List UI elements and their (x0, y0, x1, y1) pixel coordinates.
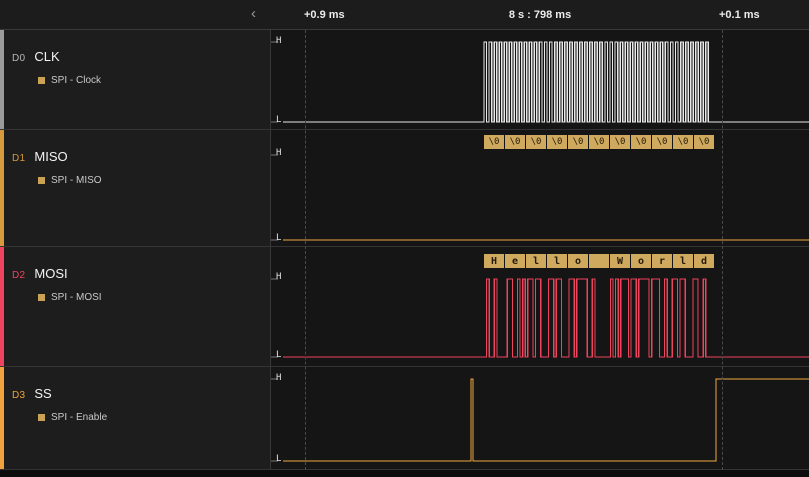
analyzer-bullet-icon (38, 294, 45, 301)
decoded-byte-box[interactable]: \0 (589, 135, 609, 149)
analyzer-name: SPI - Clock (51, 75, 102, 86)
decoded-byte-box[interactable]: \0 (694, 135, 714, 149)
decoded-char-cell[interactable]: l (673, 254, 693, 268)
analyzer-bullet-icon (38, 77, 45, 84)
decoded-byte-box[interactable]: \0 (505, 135, 525, 149)
channel-name[interactable]: MISO (34, 149, 67, 164)
analyzer-label[interactable]: SPI - Enable (38, 412, 270, 423)
decoded-byte-box[interactable]: \0 (568, 135, 588, 149)
decoded-byte-box[interactable]: \0 (547, 135, 567, 149)
decoded-byte-box[interactable]: \0 (610, 135, 630, 149)
timeline-left-offset: +0.9 ms (304, 9, 345, 21)
low-level-label: L (276, 350, 282, 360)
analyzer-bullet-icon (38, 177, 45, 184)
waveform-area-miso[interactable]: \0 \0 \0 \0 \0 \0 \0 \0 \0 \0 \0 H L (270, 130, 809, 246)
channel-id: D2 (12, 270, 26, 281)
channel-row-ss: D3 SS SPI - Enable H L (0, 367, 809, 470)
decoded-char-cell[interactable]: o (631, 254, 651, 268)
analyzer-name: SPI - MOSI (51, 292, 102, 303)
mosi-decode-row: Hello World (484, 254, 714, 268)
low-level-label: L (276, 233, 282, 243)
decoded-char-cell[interactable] (589, 254, 609, 268)
high-level-label: H (276, 148, 282, 158)
channel-name[interactable]: SS (34, 386, 51, 401)
analyzer-name: SPI - Enable (51, 412, 108, 423)
decoded-char-cell[interactable]: l (547, 254, 567, 268)
analyzer-label[interactable]: SPI - MOSI (38, 292, 270, 303)
low-level-label: L (276, 454, 282, 464)
channel-rows: D0 CLK SPI - Clock H L D1 MISO SPI - MIS… (0, 30, 809, 470)
channel-row-clk: D0 CLK SPI - Clock H L (0, 30, 809, 130)
channel-name[interactable]: MOSI (34, 266, 67, 281)
channel-row-miso: D1 MISO SPI - MISO \0 \0 \0 \0 \0 \0 \0 \0 \0 \0 \… (0, 130, 809, 247)
channel-id: D3 (12, 390, 26, 401)
analyzer-label[interactable]: SPI - MISO (38, 175, 270, 186)
decoded-char-cell[interactable]: o (568, 254, 588, 268)
channel-color-stripe (0, 30, 4, 129)
collapse-sidebar-chevron-icon[interactable]: ‹ (251, 6, 256, 22)
low-level-label: L (276, 115, 282, 125)
high-level-label: H (276, 36, 282, 46)
channel-row-mosi: D2 MOSI SPI - MOSI Hello World H L (0, 247, 809, 367)
clk-waveform-path (283, 41, 809, 123)
waveform-area-mosi[interactable]: Hello World H L (270, 247, 809, 366)
decoded-byte-box[interactable]: \0 (484, 135, 504, 149)
decoded-char-cell[interactable]: W (610, 254, 630, 268)
channel-panel-ss[interactable]: D3 SS SPI - Enable (0, 367, 270, 469)
waveform-area-clk[interactable]: H L (270, 30, 809, 129)
ss-waveform-path (283, 378, 809, 462)
decoded-byte-box[interactable]: \0 (673, 135, 693, 149)
timeline-header[interactable]: ‹ +0.9 ms 8 s : 798 ms +0.1 ms (0, 0, 809, 30)
mosi-waveform-path (283, 278, 809, 358)
analyzer-label[interactable]: SPI - Clock (38, 75, 270, 86)
timeline-current-time: 8 s : 798 ms (508, 9, 572, 21)
waveform-area-ss[interactable]: H L (270, 367, 809, 469)
timeline-right-offset: +0.1 ms (719, 9, 760, 21)
decoded-byte-box[interactable]: \0 (526, 135, 546, 149)
high-level-label: H (276, 373, 282, 383)
high-level-label: H (276, 272, 282, 282)
decoded-char-cell[interactable]: d (694, 254, 714, 268)
decoded-char-cell[interactable]: r (652, 254, 672, 268)
channel-name[interactable]: CLK (34, 49, 59, 64)
channel-panel-miso[interactable]: D1 MISO SPI - MISO (0, 130, 270, 246)
channel-panel-mosi[interactable]: D2 MOSI SPI - MOSI (0, 247, 270, 366)
channel-color-stripe (0, 367, 4, 469)
channel-id: D1 (12, 153, 26, 164)
channel-color-stripe (0, 247, 4, 366)
channel-panel-clk[interactable]: D0 CLK SPI - Clock (0, 30, 270, 129)
bottom-scroll-strip[interactable] (0, 470, 809, 477)
analyzer-bullet-icon (38, 414, 45, 421)
miso-decode-row: \0 \0 \0 \0 \0 \0 \0 \0 \0 \0 \0 (484, 135, 714, 149)
decoded-char-cell[interactable]: e (505, 254, 525, 268)
decoded-char-cell[interactable]: l (526, 254, 546, 268)
logic-analyzer-app: ‹ +0.9 ms 8 s : 798 ms +0.1 ms D0 CLK SP… (0, 0, 809, 477)
channel-id: D0 (12, 53, 26, 64)
decoded-byte-box[interactable]: \0 (652, 135, 672, 149)
decoded-byte-box[interactable]: \0 (631, 135, 651, 149)
analyzer-name: SPI - MISO (51, 175, 102, 186)
channel-color-stripe (0, 130, 4, 246)
decoded-char-cell[interactable]: H (484, 254, 504, 268)
